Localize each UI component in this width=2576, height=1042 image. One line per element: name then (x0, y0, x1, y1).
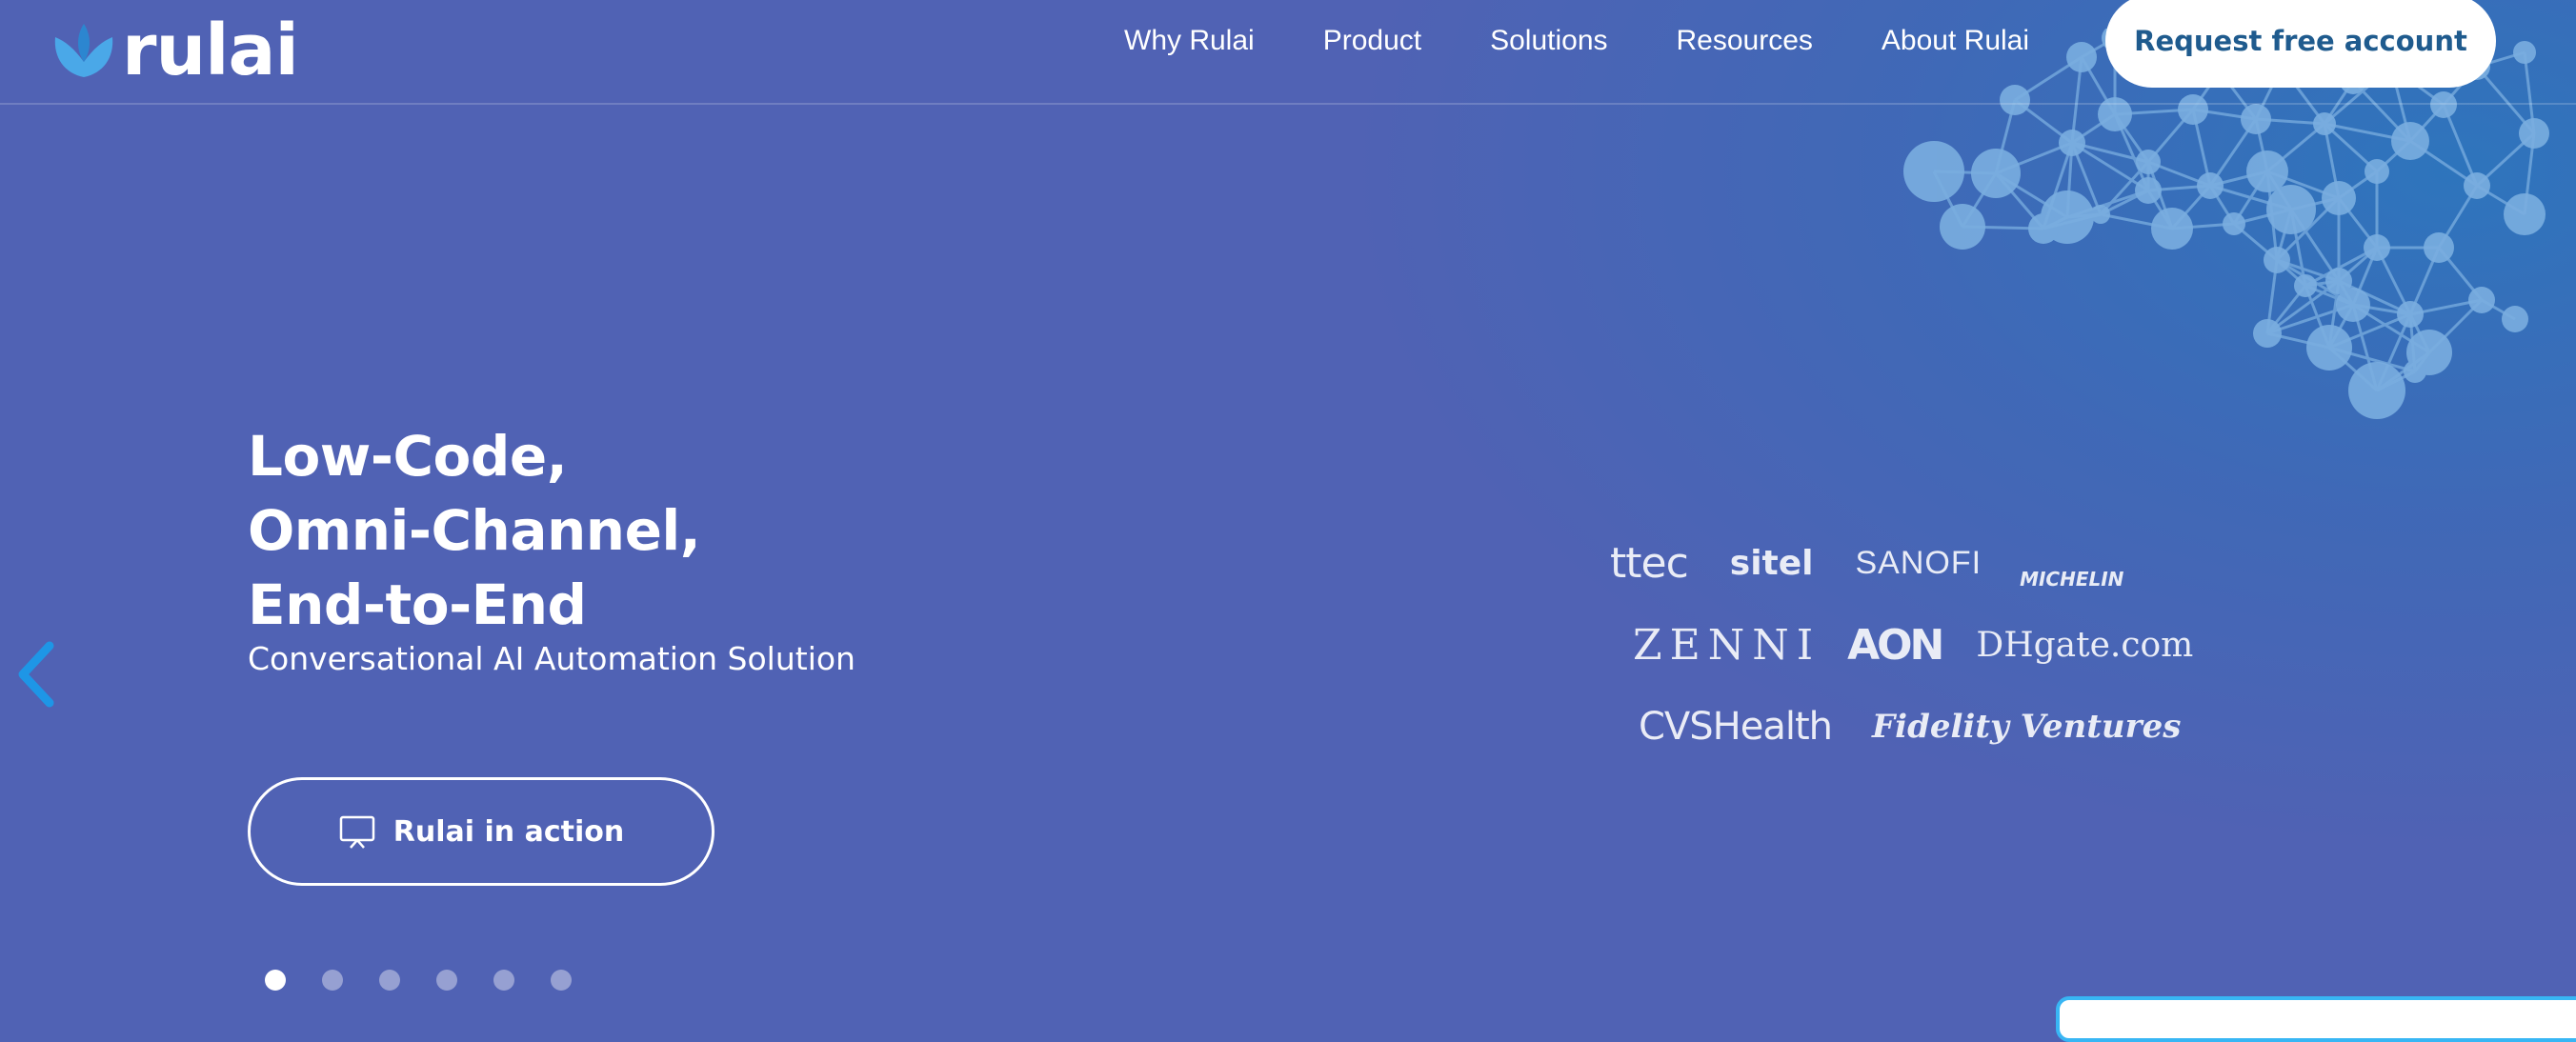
client-logos: ttec sitel SANOFI MICHELIN ZENNI AON DHg… (1610, 522, 2220, 768)
client-logo-row: ttec sitel SANOFI MICHELIN (1610, 522, 2220, 604)
hero-title-line: Omni-Channel, (248, 498, 701, 563)
carousel-dot[interactable] (265, 970, 286, 991)
hero-title: Low-Code, Omni-Channel, End-to-End (248, 419, 701, 642)
nav-solutions[interactable]: Solutions (1490, 25, 1607, 57)
rulai-logo[interactable]: rulai (50, 10, 299, 91)
nav-product[interactable]: Product (1323, 25, 1421, 57)
carousel-dot[interactable] (493, 970, 514, 991)
michelin-logo: MICHELIN (2020, 568, 2124, 591)
dhgate-logo: DHgate.com (1976, 625, 2194, 665)
nav-about-rulai[interactable]: About Rulai (1882, 25, 2029, 57)
sitel-logo: sitel (1729, 543, 1814, 583)
cvs-health-logo: CVSHealth (1639, 705, 1833, 749)
carousel-dot[interactable] (551, 970, 572, 991)
carousel-dot[interactable] (322, 970, 343, 991)
client-logo-row: ZENNI AON DHgate.com (1610, 604, 2220, 686)
carousel-dot[interactable] (436, 970, 457, 991)
hero-title-line: Low-Code, (248, 424, 568, 489)
chevron-left-icon[interactable] (15, 640, 57, 709)
carousel-pagination (265, 970, 608, 991)
client-logo-row: CVSHealth Fidelity Ventures (1610, 686, 2220, 768)
rulai-in-action-label: Rulai in action (392, 814, 625, 849)
main-nav: Why Rulai Product Solutions Resources Ab… (1124, 0, 2098, 82)
nav-resources[interactable]: Resources (1677, 25, 1813, 57)
presentation-screen-icon (339, 815, 375, 849)
lotus-icon (54, 24, 113, 77)
carousel-dot[interactable] (379, 970, 400, 991)
hero-title-line: End-to-End (248, 572, 587, 637)
aon-logo: AON (1847, 620, 1944, 670)
network-graph-illustration (1903, 29, 2549, 419)
ttec-logo: ttec (1610, 538, 1689, 588)
zenni-logo: ZENNI (1633, 620, 1821, 670)
logo-wordmark: rulai (122, 10, 299, 91)
top-navigation-bar: rulai Why Rulai Product Solutions Resour… (0, 0, 2576, 105)
request-free-account-button[interactable]: Request free account (2105, 0, 2496, 88)
fidelity-ventures-logo: Fidelity Ventures (1872, 708, 2182, 746)
chat-widget-edge[interactable] (2056, 996, 2576, 1042)
rulai-in-action-button[interactable]: Rulai in action (248, 777, 714, 886)
sanofi-logo: SANOFI (1855, 544, 1982, 581)
hero-subtitle: Conversational AI Automation Solution (248, 640, 855, 677)
nav-why-rulai[interactable]: Why Rulai (1124, 25, 1255, 57)
